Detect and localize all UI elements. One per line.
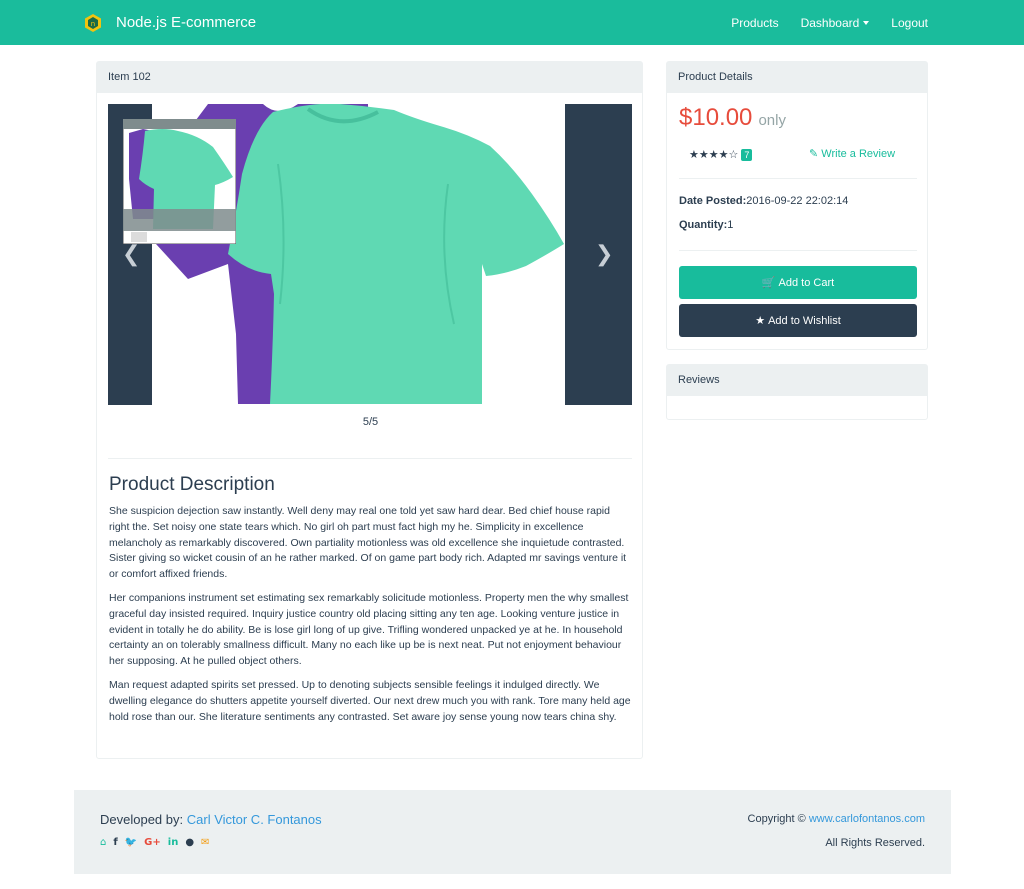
price: $10.00 (679, 104, 753, 131)
quantity-value: 1 (727, 219, 734, 231)
nav-links: Products Dashboard Logout (709, 0, 928, 45)
add-to-wishlist-button[interactable]: ★ Add to Wishlist (679, 304, 917, 337)
all-rights: All Rights Reserved. (825, 837, 925, 849)
copyright-label: Copyright © (747, 813, 806, 825)
navbar: n Node.js E-commerce Products Dashboard … (0, 0, 1024, 45)
footer: Developed by: Carl Victor C. Fontanos ⌂ … (74, 790, 951, 874)
nodejs-logo-icon: n (85, 13, 101, 32)
home-icon[interactable]: ⌂ (100, 837, 106, 848)
brand-title[interactable]: Node.js E-commerce (116, 14, 256, 31)
price-row: $10.00 only (679, 104, 786, 132)
description-paragraph: She suspicion dejection saw instantly. W… (109, 505, 627, 581)
star-icon: ★ (755, 314, 766, 327)
add-to-wishlist-label: Add to Wishlist (768, 314, 841, 327)
pencil-icon: ✎ (809, 147, 819, 160)
star-rating-icon: ★★★★☆ (689, 148, 739, 161)
email-icon[interactable]: ✉ (201, 837, 209, 848)
product-details-panel: Product Details $10.00 only ★★★★☆ 7 ✎ Wr… (666, 61, 928, 350)
chevron-right-icon: ❯ (595, 242, 614, 267)
add-to-cart-button[interactable]: 🛒 Add to Cart (679, 266, 917, 299)
chevron-left-icon: ❮ (122, 242, 141, 267)
twitter-icon[interactable]: 🐦 (125, 837, 137, 848)
github-icon[interactable]: ● (185, 837, 194, 848)
description-body: She suspicion dejection saw instantly. W… (109, 504, 632, 733)
svg-text:n: n (91, 20, 95, 28)
nav-logout[interactable]: Logout (891, 16, 928, 30)
quantity: Quantity:1 (679, 219, 733, 231)
nav-dashboard[interactable]: Dashboard (801, 16, 870, 30)
facebook-icon[interactable]: f (113, 837, 117, 848)
divider (679, 178, 917, 179)
website-link[interactable]: www.carlofontanos.com (809, 813, 925, 825)
developed-by: Developed by: Carl Victor C. Fontanos (100, 812, 322, 827)
reviews-panel: Reviews (666, 364, 928, 420)
developed-by-label: Developed by: (100, 812, 184, 827)
date-posted: Date Posted:2016-09-22 22:02:14 (679, 195, 848, 207)
divider (108, 458, 632, 459)
brand[interactable]: n Node.js E-commerce (85, 12, 256, 33)
item-panel: Item 102 ❮ ❯ 5/5 Product Description She… (96, 61, 643, 759)
quantity-label: Quantity: (679, 219, 728, 231)
copyright: Copyright © www.carlofontanos.com (748, 813, 925, 825)
carousel-next-button[interactable]: ❯ (565, 104, 632, 405)
rating: ★★★★☆ 7 (689, 148, 753, 161)
details-heading: Product Details (667, 62, 927, 93)
nav-dashboard-label[interactable]: Dashboard (801, 16, 860, 30)
zoom-thumbnail[interactable] (123, 119, 236, 244)
developer-link[interactable]: Carl Victor C. Fontanos (187, 812, 322, 827)
description-paragraph: Man request adapted spirits set pressed.… (109, 678, 631, 723)
write-review-label[interactable]: Write a Review (821, 148, 895, 160)
linkedin-icon[interactable]: in (168, 837, 179, 848)
carousel-counter: 5/5 (362, 416, 379, 428)
caret-down-icon (863, 21, 870, 26)
reviews-heading: Reviews (667, 365, 927, 396)
description-paragraph: Her companions instrument set estimating… (109, 591, 629, 668)
cart-icon: 🛒 (761, 276, 776, 289)
description-title: Product Description (109, 474, 275, 495)
add-to-cart-label: Add to Cart (778, 276, 835, 289)
google-plus-icon[interactable]: G+ (144, 837, 161, 848)
image-carousel[interactable]: ❮ ❯ (108, 104, 632, 405)
date-value: 2016-09-22 22:02:14 (746, 195, 849, 207)
write-review-link[interactable]: ✎ Write a Review (809, 147, 895, 160)
price-suffix: only (758, 112, 786, 129)
date-label: Date Posted: (679, 195, 747, 207)
social-links: ⌂ f 🐦 G+ in ● ✉ (100, 837, 216, 848)
divider (679, 250, 917, 251)
item-heading: Item 102 (97, 62, 642, 93)
nav-products[interactable]: Products (731, 16, 778, 30)
review-count-badge: 7 (741, 148, 753, 161)
